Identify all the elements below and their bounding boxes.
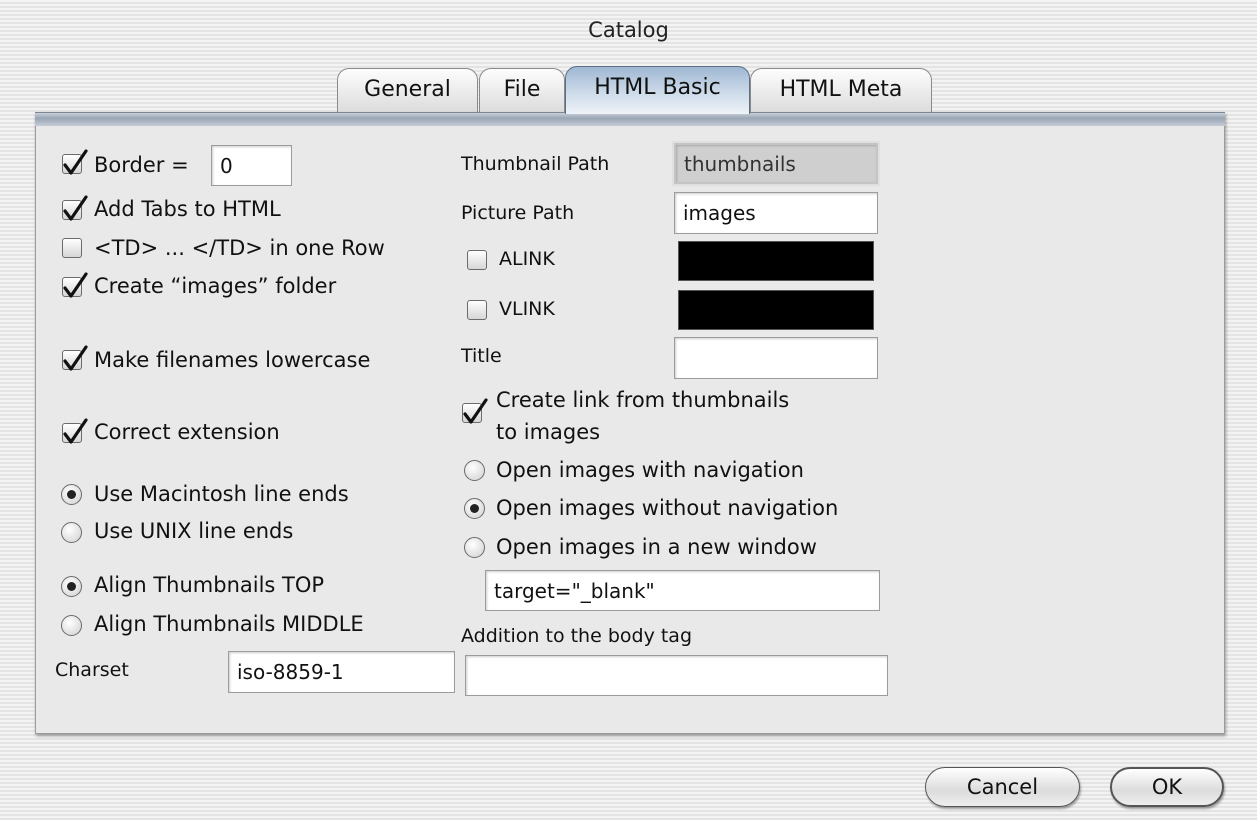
ok-button[interactable]: OK [1110, 767, 1224, 807]
radio-selected-dot [67, 490, 76, 499]
vlink-label: VLINK [499, 298, 555, 320]
align-top-label: Align Thumbnails TOP [94, 573, 325, 597]
tab-general[interactable]: General [337, 68, 478, 112]
open-without-navigation-radio[interactable] [464, 498, 485, 519]
open-without-navigation-label: Open images without navigation [496, 496, 839, 520]
thumbnail-path-label: Thumbnail Path [461, 153, 610, 175]
mac-line-ends-label: Use Macintosh line ends [94, 482, 349, 506]
correct-extension-label: Correct extension [94, 420, 280, 444]
title-label: Title [461, 345, 502, 367]
create-link-checkbox[interactable] [462, 398, 488, 424]
radio-selected-dot [67, 582, 76, 591]
window-title: Catalog [588, 18, 669, 42]
open-new-window-radio[interactable] [464, 537, 485, 558]
correct-extension-checkbox[interactable] [62, 418, 88, 444]
create-images-folder-label: Create “images” folder [94, 274, 337, 298]
alink-label: ALINK [499, 248, 555, 270]
cancel-button[interactable]: Cancel [925, 767, 1080, 807]
create-images-folder-checkbox[interactable] [62, 272, 88, 298]
open-new-window-label: Open images in a new window [496, 535, 817, 559]
title-field[interactable] [674, 337, 878, 379]
border-checkbox[interactable] [62, 149, 88, 175]
tab-html-basic[interactable]: HTML Basic [565, 66, 750, 114]
checkmark-icon [63, 272, 88, 298]
open-with-navigation-label: Open images with navigation [496, 458, 804, 482]
create-link-label-line2: to images [496, 420, 601, 444]
unix-line-ends-label: Use UNIX line ends [94, 519, 294, 543]
lowercase-label: Make filenames lowercase [94, 348, 371, 372]
lowercase-checkbox[interactable] [62, 345, 88, 371]
align-middle-radio[interactable] [61, 615, 82, 636]
thumbnail-path-field[interactable] [674, 143, 878, 184]
open-with-navigation-radio[interactable] [464, 460, 485, 481]
mac-line-ends-radio[interactable] [61, 484, 82, 505]
alink-checkbox[interactable] [467, 250, 487, 270]
border-field[interactable] [211, 145, 292, 186]
vlink-color-swatch[interactable] [678, 290, 874, 330]
charset-field[interactable] [228, 651, 455, 693]
checkmark-icon [63, 149, 88, 175]
vlink-checkbox[interactable] [467, 300, 487, 320]
border-label: Border = [94, 153, 189, 177]
add-tabs-label: Add Tabs to HTML [94, 197, 281, 221]
create-link-label-line1: Create link from thumbnails [496, 388, 790, 412]
add-tabs-checkbox[interactable] [62, 195, 88, 221]
alink-color-swatch[interactable] [678, 241, 874, 281]
picture-path-label: Picture Path [461, 202, 575, 224]
body-tag-field[interactable] [465, 655, 888, 696]
unix-line-ends-radio[interactable] [61, 522, 82, 543]
checkmark-icon [63, 195, 88, 221]
align-top-radio[interactable] [61, 576, 82, 597]
tab-file[interactable]: File [479, 68, 565, 112]
tab-html-meta[interactable]: HTML Meta [750, 68, 932, 112]
align-middle-label: Align Thumbnails MIDDLE [94, 612, 364, 636]
charset-label: Charset [55, 659, 129, 681]
checkmark-icon [63, 418, 88, 444]
td-one-row-checkbox[interactable] [62, 238, 82, 258]
checkmark-icon [63, 345, 88, 371]
picture-path-field[interactable] [674, 192, 878, 234]
radio-selected-dot [470, 504, 479, 513]
body-tag-label: Addition to the body tag [461, 625, 693, 647]
checkmark-icon [463, 398, 488, 424]
tab-panel-divider [35, 112, 1225, 126]
td-one-row-label: <TD> ... </TD> in one Row [94, 236, 385, 260]
target-field[interactable] [485, 570, 880, 611]
